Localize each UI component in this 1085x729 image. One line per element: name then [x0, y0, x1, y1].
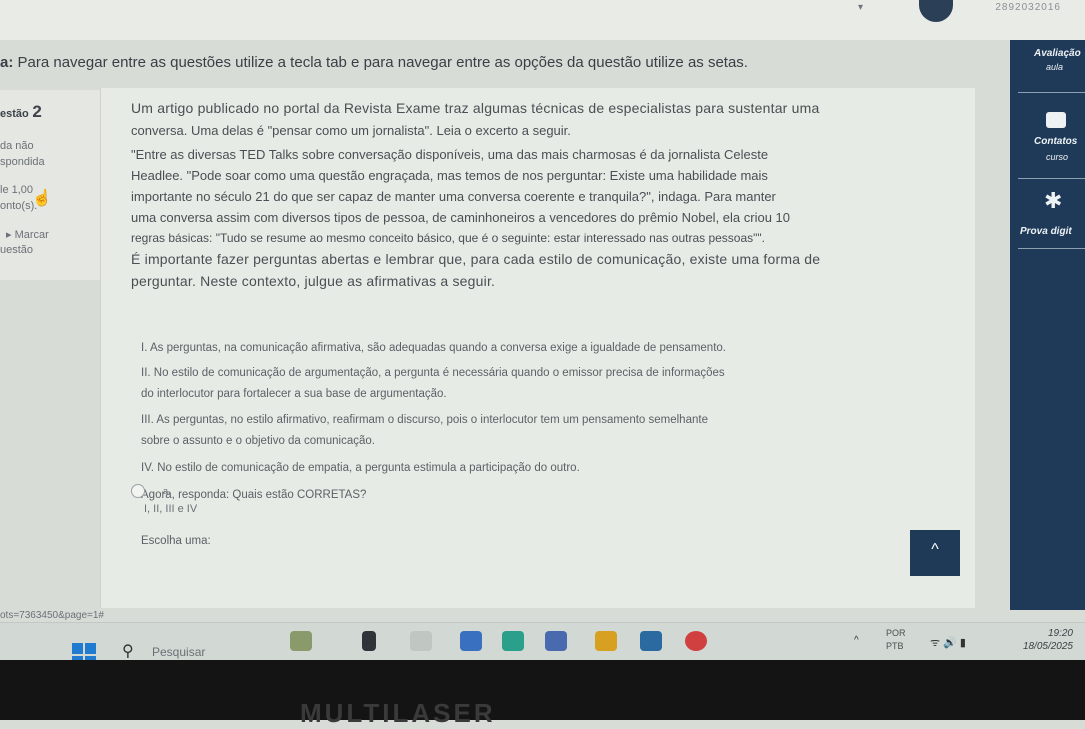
- sidebar-divider: [1018, 248, 1085, 249]
- quote-line-5: regras básicas: "Tudo se resume ao mesmo…: [131, 231, 766, 245]
- sidebar-prova-digital[interactable]: Prova digit: [1020, 226, 1072, 237]
- quote-line-3: importante no século 21 do que ser capaz…: [131, 189, 776, 204]
- navigation-instructions: a: Para navegar entre as questões utiliz…: [0, 54, 748, 71]
- statement-4: IV. No estilo de comunicação de empatia,…: [141, 462, 580, 474]
- statement-3b: sobre o assunto e o objetivo da comunica…: [141, 435, 375, 447]
- quote-line-1: "Entre as diversas TED Talks sobre conve…: [131, 147, 769, 162]
- taskbar: ⚲ Pesquisar ^ POR PTB ᯤ 🔊 ▮ 19:20 18/05/…: [0, 622, 1085, 667]
- statement-1: I. As perguntas, na comunicação afirmati…: [141, 342, 726, 354]
- task-view-icon[interactable]: [362, 631, 376, 651]
- flag-question-button[interactable]: ▸ Marcar: [6, 228, 49, 241]
- language-line-1: POR: [886, 628, 906, 638]
- search-icon[interactable]: ⚲: [122, 641, 134, 661]
- choose-label: Escolha uma:: [141, 535, 211, 547]
- statement-2a: II. No estilo de comunicação de argument…: [141, 367, 725, 379]
- question-number-value: 2: [32, 102, 42, 121]
- statement-2b: do interlocutor para fortalecer a sua ba…: [141, 388, 447, 400]
- sidebar-divider: [1018, 92, 1085, 93]
- sidebar-aula[interactable]: aula: [1046, 62, 1063, 72]
- after-line-2: perguntar. Neste contexto, julgue as afi…: [131, 273, 496, 289]
- chevron-up-icon: ^: [931, 541, 939, 558]
- question-number-label: estão: [0, 108, 29, 120]
- sidebar-contatos[interactable]: Contatos: [1034, 136, 1077, 147]
- right-sidebar: Avaliação aula Contatos curso ✱ Prova di…: [1010, 40, 1085, 610]
- option-a-text[interactable]: I, II, III e IV: [144, 503, 197, 515]
- after-line-1: É importante fazer perguntas abertas e l…: [131, 251, 821, 267]
- sidebar-avaliacao[interactable]: Avaliação: [1034, 48, 1081, 59]
- asterisk-icon[interactable]: ✱: [1044, 188, 1062, 214]
- user-avatar[interactable]: [919, 0, 953, 22]
- clock[interactable]: 19:20 18/05/2025: [1023, 627, 1073, 653]
- intro-line-1: Um artigo publicado no portal da Revista…: [131, 100, 820, 116]
- folder-icon[interactable]: [595, 631, 617, 651]
- question-number: estão 2: [0, 102, 42, 122]
- instructions-prefix: a:: [0, 54, 14, 71]
- hand-cursor-icon: ☝: [32, 190, 52, 207]
- status-url: ots=7363450&page=1#: [0, 610, 104, 621]
- status-line-1: da não: [0, 140, 34, 152]
- clock-date: 18/05/2025: [1022, 641, 1073, 652]
- monitor-brand-logo: MULTILASER: [300, 698, 496, 728]
- edge-icon[interactable]: [502, 631, 524, 651]
- file-explorer-icon[interactable]: [410, 631, 432, 651]
- flag-label: Marcar: [14, 229, 49, 241]
- statement-3a: III. As perguntas, no estilo afirmativo,…: [141, 414, 708, 426]
- teams-icon[interactable]: [460, 631, 482, 651]
- option-a-radio[interactable]: [131, 484, 145, 498]
- flag-label-2: uestão: [0, 244, 34, 256]
- intro-line-2: conversa. Uma delas é "pensar como um jo…: [131, 123, 571, 138]
- quote-line-2: Headlee. "Pode soar como uma questão eng…: [131, 168, 768, 183]
- dropdown-caret-icon[interactable]: ▾: [858, 2, 863, 13]
- photos-icon[interactable]: [545, 631, 567, 651]
- top-bar: ▾ 2892032016: [0, 0, 1085, 40]
- question-info-panel: estão 2 da não spondida le 1,00 onto(s).…: [0, 90, 100, 280]
- chrome-icon[interactable]: [685, 631, 707, 651]
- widgets-icon[interactable]: [290, 631, 312, 651]
- language-line-2: PTB: [886, 641, 904, 651]
- clock-time: 19:20: [1047, 628, 1073, 639]
- score-line: le 1,00: [0, 184, 34, 196]
- monitor-bezel: [0, 660, 1085, 720]
- chevron-up-icon[interactable]: ^: [854, 635, 859, 646]
- wifi-volume-battery-icons[interactable]: ᯤ 🔊 ▮: [930, 635, 966, 650]
- sidebar-curso[interactable]: curso: [1046, 152, 1068, 162]
- question-prompt: Agora, responda: Quais estão CORRETAS?: [141, 489, 367, 501]
- quote-line-4: uma conversa assim com diversos tipos de…: [131, 210, 791, 225]
- user-id: 2892032016: [995, 2, 1061, 13]
- store-icon[interactable]: [640, 631, 662, 651]
- sidebar-divider: [1018, 178, 1085, 179]
- status-line-2: spondida: [0, 156, 45, 168]
- language-indicator[interactable]: POR PTB: [886, 627, 906, 653]
- chat-icon[interactable]: [1046, 112, 1066, 128]
- taskbar-search-input[interactable]: Pesquisar: [152, 645, 205, 659]
- option-a-letter: a.: [163, 486, 171, 496]
- scroll-to-top-button[interactable]: ^: [910, 530, 960, 576]
- question-content: Um artigo publicado no portal da Revista…: [100, 88, 975, 608]
- instructions-text: Para navegar entre as questões utilize a…: [17, 54, 748, 71]
